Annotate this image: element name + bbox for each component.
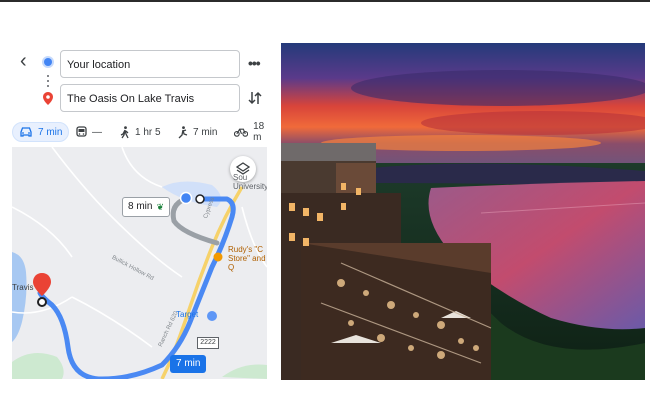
mode-rideshare-label: 7 min bbox=[193, 126, 218, 138]
eco-leaf-icon: ❦ bbox=[156, 202, 164, 212]
mode-rideshare[interactable]: 7 min bbox=[178, 122, 217, 142]
map-label-store: Rudy's "C Store" and Q bbox=[228, 245, 266, 272]
mode-walk-label: 1 hr 5 bbox=[135, 126, 161, 138]
venue-photo bbox=[281, 43, 645, 380]
main-route-time[interactable]: 7 min bbox=[170, 355, 207, 373]
mode-transit[interactable]: — bbox=[76, 122, 102, 142]
shopping-icon bbox=[207, 311, 217, 321]
route-map[interactable]: 8 min ❦ 7 min Sou University Te Rudy's "… bbox=[12, 147, 267, 379]
origin-dot-icon bbox=[44, 58, 52, 66]
mode-bike-label: 18 m bbox=[253, 121, 265, 143]
alternate-route-time-label: 8 min bbox=[128, 201, 153, 212]
mode-car[interactable]: 7 min bbox=[12, 122, 70, 142]
destination-pin-icon bbox=[43, 92, 53, 110]
mode-transit-label: — bbox=[92, 126, 102, 138]
map-label-university: Sou University Te bbox=[233, 173, 267, 191]
bike-icon bbox=[234, 128, 249, 137]
more-options-icon[interactable]: ••• bbox=[248, 55, 261, 71]
origin-input[interactable]: Your location bbox=[60, 50, 240, 78]
destination-dot bbox=[37, 297, 47, 307]
restaurant-icon bbox=[213, 252, 223, 262]
rideshare-icon bbox=[178, 125, 188, 138]
waypoint-marker bbox=[195, 194, 205, 204]
walk-icon bbox=[120, 125, 129, 138]
car-icon bbox=[20, 127, 32, 137]
mode-bike[interactable]: 18 m bbox=[234, 121, 274, 143]
route-dots-icon bbox=[47, 75, 49, 89]
top-border bbox=[0, 0, 650, 2]
alternate-route-time[interactable]: 8 min ❦ bbox=[122, 197, 170, 217]
destination-input[interactable]: The Oasis On Lake Travis bbox=[60, 84, 240, 112]
origin-marker bbox=[179, 191, 193, 205]
transit-icon bbox=[76, 126, 87, 137]
mode-car-label: 7 min bbox=[38, 126, 63, 138]
highway-shield: 2222 bbox=[197, 337, 219, 349]
swap-icon[interactable] bbox=[248, 90, 262, 111]
travel-modes: 7 min — 1 hr 5 7 min 18 m bbox=[12, 121, 274, 144]
back-icon[interactable]: ‹ bbox=[20, 51, 36, 71]
map-label-travis: Travis bbox=[12, 283, 34, 292]
mode-walk[interactable]: 1 hr 5 bbox=[120, 122, 161, 142]
